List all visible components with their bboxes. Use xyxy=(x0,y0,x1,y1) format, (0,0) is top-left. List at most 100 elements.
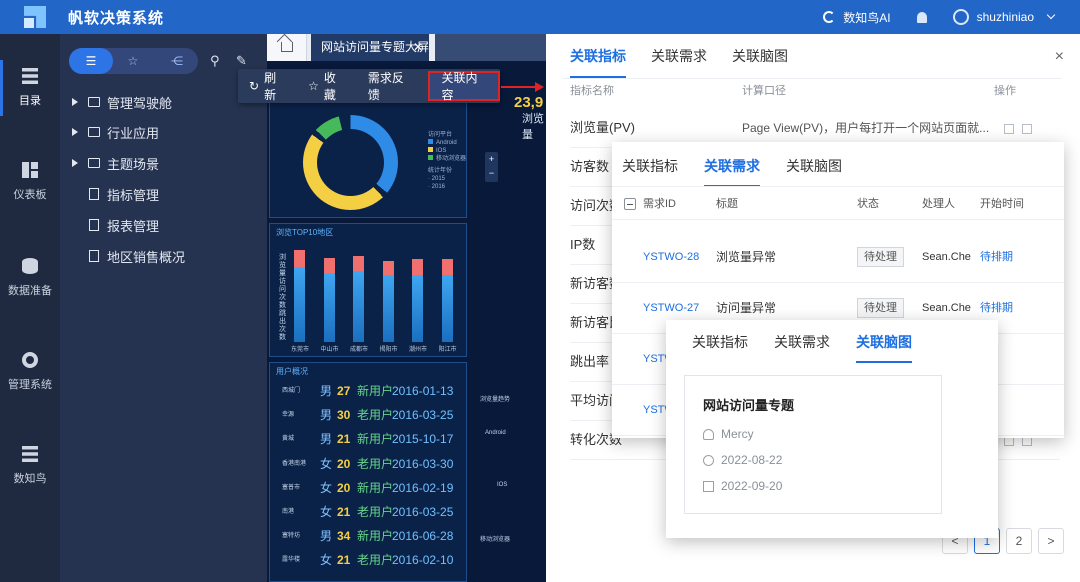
legend-label: IOS xyxy=(436,148,447,154)
user-date: 2016-01-13 xyxy=(392,384,454,398)
caret-right-icon[interactable] xyxy=(72,159,78,167)
tab-related-requirements[interactable]: 关联需求 xyxy=(704,156,760,187)
pin-icon[interactable]: ✎ xyxy=(236,53,247,69)
tab-related-mindmap[interactable]: 关联脑图 xyxy=(732,46,788,78)
top10-panel: 浏览TOP10地区 浏览量 访问次数 跳出次数 东莞市 中山市 成都市 揭阳市 潮州市 阳… xyxy=(269,223,467,357)
favorite-button[interactable]: ☆ 收藏 xyxy=(297,69,357,103)
map-zoom-control[interactable]: + − xyxy=(485,152,498,182)
platform-panel: 访问平台 Android IOS 移动浏览器 统计年份 · 2015 · 201… xyxy=(269,94,467,218)
column-header: 需求ID xyxy=(643,198,676,210)
tree-item-folder[interactable]: 行业应用 xyxy=(72,122,159,142)
start-time-link[interactable]: 待排期 xyxy=(980,231,1013,283)
nav-label: 数知鸟 xyxy=(13,473,47,485)
callout-arrow-head xyxy=(535,82,544,92)
clock-icon xyxy=(703,454,714,466)
user-gender: 女 xyxy=(320,553,333,568)
legend-label: 2016 xyxy=(431,184,446,190)
next-page-button[interactable]: > xyxy=(1038,528,1064,554)
delete-icon[interactable] xyxy=(1022,123,1032,134)
button-label: 需求反馈 xyxy=(367,71,404,102)
star-icon[interactable]: ☆ xyxy=(127,55,139,67)
nav-label: 目录 xyxy=(19,95,41,107)
requirement-row[interactable]: YSTWO-28 浏览量异常 待处理 Sean.Che 待排期 xyxy=(612,231,1064,283)
bar-segment-visits xyxy=(323,272,335,342)
nav-shuzhiniao[interactable]: 数知鸟 xyxy=(0,446,60,486)
tab-related-metrics[interactable]: 关联指标 xyxy=(622,156,678,187)
caret-right-icon[interactable] xyxy=(72,98,78,106)
bar-4 xyxy=(382,261,394,342)
tree-item-folder[interactable]: 管理驾驶舱 xyxy=(72,92,172,112)
share-icon[interactable]: ⋲ xyxy=(171,55,183,67)
refresh-button[interactable]: ↻ 刷新 xyxy=(238,69,297,103)
tree-item-folder[interactable]: 主题场景 xyxy=(72,153,159,173)
user-row: 香港南港 女 20 老用户 2016-03-30 xyxy=(270,454,470,474)
chevron-down-icon[interactable] xyxy=(1046,10,1056,20)
legend-label: Android xyxy=(436,140,457,146)
requirements-table-header: 需求ID 标题 状态 处理人 开始时间 xyxy=(612,186,1064,220)
user-city: 塞特坊 xyxy=(282,533,301,540)
user-city: 幸源 xyxy=(282,412,295,419)
tree-item-doc[interactable]: 指标管理 xyxy=(72,184,159,204)
nav-directory[interactable]: 目录 xyxy=(0,60,60,116)
platform-donut xyxy=(303,115,398,210)
tree-item-doc[interactable]: 地区销售概况 xyxy=(72,246,185,266)
select-all-checkbox[interactable] xyxy=(624,198,636,210)
edit-icon xyxy=(703,480,714,492)
tab-secondary[interactable] xyxy=(435,34,546,61)
close-icon[interactable]: × xyxy=(1055,48,1064,66)
search-icon[interactable]: ⚲ xyxy=(210,53,220,69)
nav-admin[interactable]: 管理系统 xyxy=(0,352,60,392)
bar-3 xyxy=(353,255,364,342)
tab-related-metrics[interactable]: 关联指标 xyxy=(692,332,748,363)
tab-related-requirements[interactable]: 关联需求 xyxy=(651,46,707,78)
dashboard-preview: 网站访问量专题大屏 ✕ 访问平台 Android IOS 移动浏览器 统计年份 … xyxy=(267,34,546,582)
tree-item-doc[interactable]: 报表管理 xyxy=(72,215,159,235)
related-content-button[interactable]: 关联内容 xyxy=(428,71,501,102)
trend-label: 移动浏览器 xyxy=(480,537,511,543)
document-icon xyxy=(89,219,99,231)
gear-icon xyxy=(22,352,38,368)
user-date: 2016-06-28 xyxy=(392,529,454,544)
edit-icon[interactable] xyxy=(1004,123,1014,134)
feedback-button[interactable]: 需求反馈 xyxy=(357,69,425,103)
bar-category-label: 中山市 xyxy=(320,347,339,353)
tab-related-mindmap[interactable]: 关联脑图 xyxy=(856,332,912,363)
metric-name: 浏览量(PV) xyxy=(570,120,636,135)
ai-assistant-link[interactable]: 数知鸟AI xyxy=(843,9,890,26)
bar-segment-visits xyxy=(353,270,364,342)
nav-data-prep[interactable]: 数据准备 xyxy=(0,258,60,298)
nav-dashboard[interactable]: 仪表板 xyxy=(0,162,60,202)
status-badge: 待处理 xyxy=(857,298,904,318)
bar-segment-visits xyxy=(412,274,423,342)
close-icon[interactable]: ✕ xyxy=(413,34,423,61)
user-row: 塞普市 女 20 新用户 2016-02-19 xyxy=(270,478,470,498)
big-number: 23,9 xyxy=(514,94,544,111)
user-avatar-icon[interactable] xyxy=(952,9,969,25)
page-2-button[interactable]: 2 xyxy=(1006,528,1032,554)
username[interactable]: shuzhiniao xyxy=(977,10,1034,24)
ai-assistant-icon[interactable] xyxy=(823,11,836,23)
mindmap-author: Mercy xyxy=(703,427,754,441)
legend-item: Android xyxy=(428,139,466,147)
mindmap-item[interactable]: 网站访问量专题 Mercy 2022-08-22 2022-09-20 xyxy=(684,375,942,514)
caret-right-icon[interactable] xyxy=(72,128,78,136)
user-gender: 男 xyxy=(320,432,333,447)
tab-related-requirements[interactable]: 关联需求 xyxy=(774,332,830,363)
big-number-label: 浏览量 xyxy=(522,113,544,141)
list-view-icon[interactable]: ☰ xyxy=(85,55,97,67)
user-age: 20 xyxy=(337,456,351,471)
tab-related-mindmap[interactable]: 关联脑图 xyxy=(786,156,842,187)
bar-6 xyxy=(441,259,453,342)
requirement-title: 浏览量异常 xyxy=(716,250,777,264)
user-type: 老用户 xyxy=(357,553,394,568)
requirement-id-link[interactable]: YSTWO-28 xyxy=(643,231,699,283)
tree-label: 指标管理 xyxy=(107,187,160,203)
bell-icon[interactable] xyxy=(916,11,927,23)
tab-related-metrics[interactable]: 关联指标 xyxy=(570,46,626,78)
tab-active-dashboard[interactable]: 网站访问量专题大屏 ✕ xyxy=(311,34,429,61)
nav-label: 数据准备 xyxy=(8,285,52,297)
folder-icon xyxy=(88,97,100,107)
metric-name: 跳出率 xyxy=(570,354,610,369)
user-age: 21 xyxy=(337,505,351,519)
home-tab[interactable] xyxy=(267,34,307,61)
